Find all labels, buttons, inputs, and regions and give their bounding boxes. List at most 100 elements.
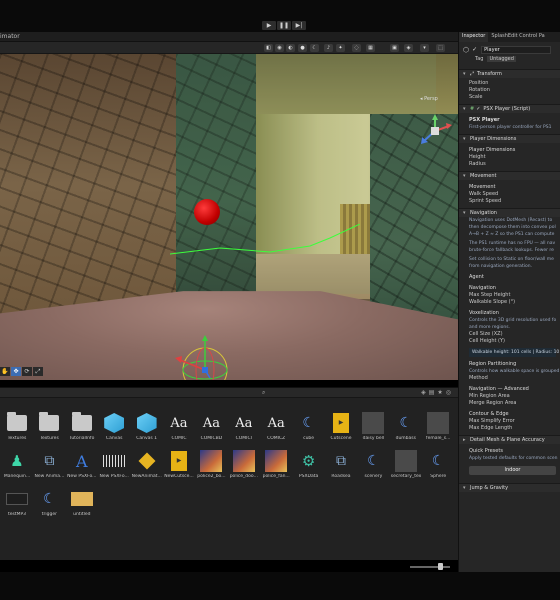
project-toolbar-icons[interactable]: ◈▤★◎ (421, 389, 454, 396)
transform-header[interactable]: ▾ ⤢ Transform (459, 69, 560, 78)
folder-icon (7, 412, 27, 431)
asset-item[interactable]: NewAnimat... (132, 450, 162, 479)
hand-tool-icon[interactable]: ✋ (0, 367, 10, 376)
graph-icon: ⧉ (336, 453, 346, 469)
red-sphere-object[interactable] (194, 199, 220, 225)
navigation-desc-5: brute-force fallback lookups. Fewer re (469, 248, 554, 253)
asset-item[interactable]: Aa COMICZ (261, 412, 291, 442)
gizmo-dropdown-icon[interactable]: ▾ (420, 44, 429, 52)
asset-item[interactable]: ▶ Cutscene (326, 412, 356, 441)
maximize-icon[interactable]: ⬚ (436, 44, 445, 52)
rotate-tool-icon[interactable]: ⟳ (22, 367, 32, 376)
asset-item[interactable]: ☾ cube (294, 412, 324, 441)
asset-item[interactable]: Textures (2, 412, 32, 441)
globe-icon[interactable]: ◉ (275, 44, 284, 52)
fx-icon[interactable]: ✦ (336, 44, 345, 52)
step-button[interactable]: ▶| (292, 21, 306, 30)
asset-item[interactable]: ⧉ Roadsea (326, 450, 356, 479)
transform-icon: ⤢ (470, 71, 475, 77)
player-dimensions-header[interactable]: ▾ Player Dimensions (459, 134, 560, 143)
asset-thumbnail (103, 450, 126, 472)
asset-item[interactable]: Canvas 1 (132, 412, 162, 441)
indoor-preset-button[interactable]: Indoor (469, 466, 556, 475)
script-header[interactable]: ▾ # ✓ PSX Player (Script) (459, 104, 560, 113)
script-checkbox[interactable]: ✓ (476, 106, 480, 112)
transform-gizmo[interactable] (172, 334, 238, 380)
asset-item[interactable]: ♟ Manequin... (2, 450, 32, 479)
sun-icon[interactable]: ● (298, 44, 307, 52)
navigation-header[interactable]: ▾ Navigation (459, 208, 560, 217)
tab-splashedit[interactable]: SplashEdit Control Pa (488, 32, 547, 42)
gizmos-icon[interactable]: ◈ (404, 44, 413, 52)
script-asset-icon: ☾ (43, 491, 56, 507)
asset-item[interactable]: Aa COMIC (164, 412, 194, 442)
lighting-icon[interactable]: ☾ (310, 44, 319, 52)
walkable-slope-label: Walkable Slope (°) (469, 299, 516, 305)
asset-thumbnail: ☾ (395, 412, 417, 434)
project-panel: ⌕ ◈▤★◎ Textures Textures TutorialInfo Canva… (0, 387, 482, 560)
active-checkbox[interactable]: ✓ (472, 46, 477, 53)
play-button[interactable]: ▶ (262, 21, 276, 30)
movement-header[interactable]: ▾ Movement (459, 171, 560, 180)
orientation-gizmo[interactable] (418, 114, 452, 148)
tag-dropdown[interactable]: Untagged (487, 55, 516, 62)
asset-thumbnail (71, 412, 93, 434)
script-asset-icon: ☾ (431, 453, 445, 469)
asset-item[interactable]: police_fan... (261, 450, 291, 479)
asset-item[interactable]: ☾ scenery (358, 450, 388, 479)
asset-item[interactable]: ⧉ New Anima... (34, 450, 64, 479)
status-bar (0, 572, 560, 600)
asset-item[interactable]: Aa COMICI (229, 412, 259, 442)
font-icon: Aa (267, 415, 285, 431)
asset-item[interactable]: Textures (34, 412, 64, 441)
jump-gravity-header[interactable]: ▾ Jump & Gravity (459, 483, 560, 492)
asset-item[interactable]: ▶ NewCutsce... (164, 450, 194, 479)
zoom-slider-knob[interactable] (438, 563, 443, 570)
layers-icon[interactable]: ◧ (264, 44, 273, 52)
asset-item[interactable]: A New PSXFo... (67, 450, 97, 480)
move-tool-icon[interactable]: ✥ (11, 367, 21, 376)
asset-thumbnail: ☾ (362, 450, 384, 472)
asset-label: COMIC (171, 436, 187, 441)
asset-label: COMICZ (267, 436, 286, 441)
tab-animator[interactable]: imator (0, 33, 20, 40)
asset-item[interactable]: ⚙ PSXData (294, 450, 324, 479)
min-region-area-label: Min Region Area (469, 393, 510, 399)
scale-tool-icon[interactable]: ⤢ (33, 367, 43, 376)
asset-label: New PSXFo... (99, 474, 129, 479)
asset-item[interactable]: Aa COMICBD (196, 412, 226, 442)
asset-item[interactable]: ☾ dumbass (391, 412, 421, 441)
persp-label[interactable]: ◂ Persp (420, 96, 438, 102)
scene-view[interactable]: ◂ Persp (0, 54, 458, 380)
asset-thumbnail: ▶ (330, 412, 352, 434)
texture-icon (394, 450, 417, 472)
asset-item[interactable]: testMP3 (2, 488, 32, 517)
prefab-cube-icon (104, 413, 125, 433)
pause-button[interactable]: ❚❚ (277, 21, 291, 30)
asset-item[interactable]: female_s... (423, 412, 453, 441)
hidden-icon[interactable]: ◌ (352, 44, 361, 52)
detail-mesh-header[interactable]: ▸ Detail Mesh & Plane Accuracy (459, 435, 560, 444)
asset-item[interactable]: police_doo... (229, 450, 259, 479)
asset-item[interactable]: untitled (67, 488, 97, 517)
asset-item[interactable]: secretary_tex (391, 450, 421, 479)
asset-label: Canvas 1 (136, 436, 157, 441)
asset-thumbnail: ☾ (298, 412, 320, 434)
asset-item[interactable]: Canvas (99, 412, 129, 441)
asset-item[interactable]: TutorialInfo (67, 412, 97, 441)
scale-label: Scale (469, 94, 483, 100)
grid-icon[interactable]: ▦ (366, 44, 375, 52)
jump-gravity-title: Jump & Gravity (470, 485, 509, 491)
camera-icon[interactable]: ▣ (390, 44, 399, 52)
asset-item[interactable]: New PSXFo... (99, 450, 129, 479)
render-icon[interactable]: ◐ (286, 44, 295, 52)
zoom-slider[interactable] (410, 566, 450, 568)
object-name-field[interactable]: Player (481, 45, 552, 54)
asset-item[interactable]: ☾ Sphere (423, 450, 453, 479)
asset-item[interactable]: ☾ trigger (34, 488, 64, 517)
search-icon[interactable]: ⌕ (262, 389, 265, 397)
tab-inspector[interactable]: Inspector (459, 32, 489, 42)
asset-item[interactable]: daisy bell (358, 412, 388, 441)
audio-icon[interactable]: ♪ (324, 44, 333, 52)
asset-item[interactable]: police2_bo... (196, 450, 226, 479)
